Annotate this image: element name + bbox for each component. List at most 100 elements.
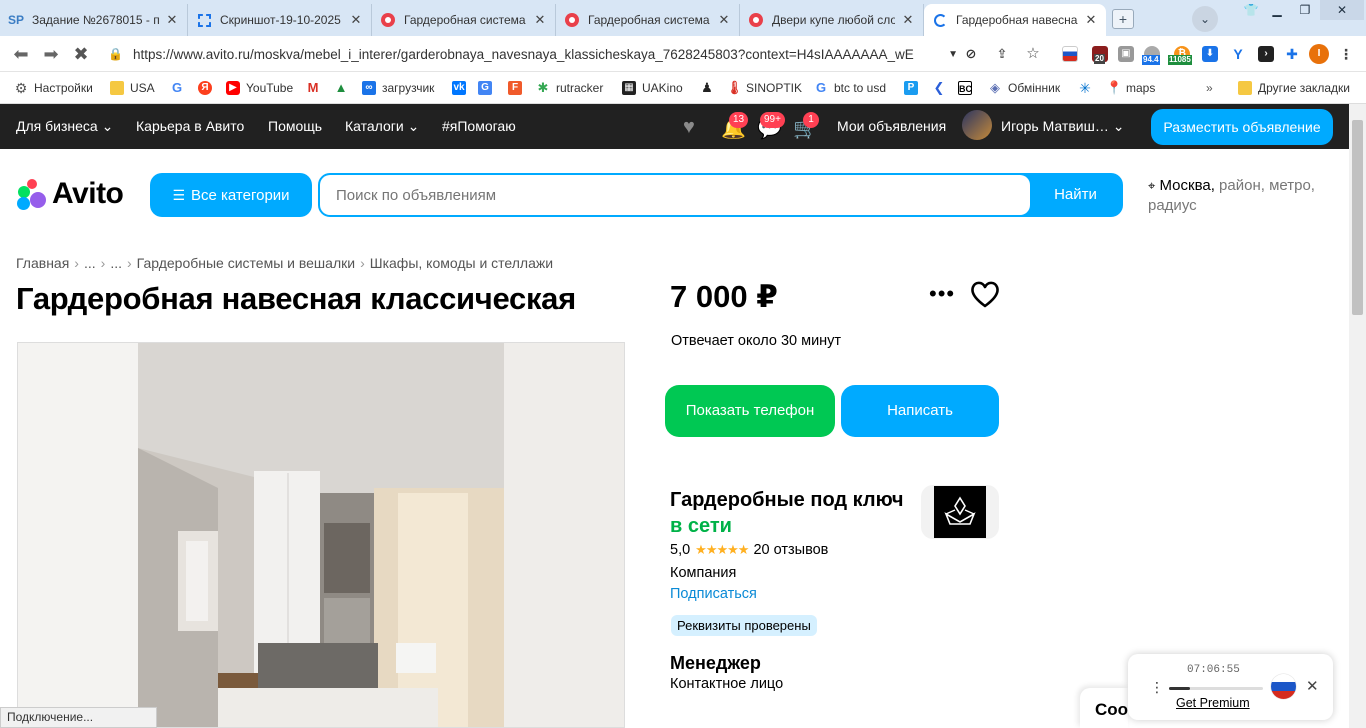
url-text[interactable]: https://www.avito.ru/moskva/mebel_i_inte… [133, 47, 944, 62]
bookmark-item[interactable]: Gbtc to usd [814, 79, 886, 97]
terminal-icon[interactable]: › [1258, 46, 1274, 62]
bookmark-star-icon[interactable]: ☆ [1025, 46, 1041, 62]
seller-rating[interactable]: 5,0 ★★★★★ 20 отзывов [670, 542, 828, 558]
kebab-menu-icon[interactable]: ⋮ [1150, 679, 1164, 696]
get-premium-link[interactable]: Get Premium [1176, 696, 1250, 710]
breadcrumb-item[interactable]: ... [84, 255, 96, 271]
breadcrumb-item[interactable]: ... [110, 255, 122, 271]
breadcrumb-item[interactable]: Главная [16, 255, 69, 271]
new-tab-button[interactable]: + [1112, 9, 1134, 29]
p-bookmark-icon[interactable]: P [904, 79, 924, 97]
write-message-button[interactable]: Написать [841, 385, 999, 437]
translate-bookmark-icon[interactable]: G [478, 79, 498, 97]
bitcoin-icon[interactable]: ₿ 11085 [1168, 46, 1192, 65]
my-ads-link[interactable]: Мои объявления [837, 118, 946, 134]
help-link[interactable]: Помощь [268, 118, 322, 134]
browser-tab-active[interactable]: Гардеробная навесная ✕ [924, 4, 1106, 36]
yandex-bookmark-icon[interactable]: Я [198, 79, 218, 97]
close-tab-icon[interactable]: ✕ [1084, 12, 1098, 28]
bookmark-item[interactable]: ▶ YouTube [226, 79, 293, 97]
post-ad-button[interactable]: Разместить объявление [1151, 109, 1333, 145]
tab-search-icon[interactable]: ⌄ [1192, 6, 1218, 32]
bookmark-item[interactable]: ▦ UAKino [622, 79, 683, 97]
close-window-icon[interactable]: ✕ [1320, 0, 1364, 20]
walmart-bookmark-icon[interactable]: ✳ [1078, 79, 1098, 97]
bookmark-item[interactable]: ◈ Обмінник [988, 79, 1060, 97]
google-bookmark-icon[interactable]: G [170, 79, 190, 97]
career-link[interactable]: Карьера в Авито [136, 118, 244, 134]
for-business-menu[interactable]: Для бизнеса ⌄ [16, 118, 113, 135]
minimize-icon[interactable]: ▁ [1264, 0, 1290, 20]
catalogs-menu[interactable]: Каталоги ⌄ [345, 118, 419, 135]
share-icon[interactable]: ⇪ [994, 46, 1010, 62]
wardrobe-room-photo [18, 343, 624, 727]
seller-name[interactable]: Гардеробные под ключ в сети [670, 487, 910, 539]
more-options-icon[interactable]: ••• [929, 281, 955, 307]
browser-tab[interactable]: Двери купе любой сло ✕ [740, 4, 924, 36]
listing-photo[interactable] [17, 342, 625, 728]
russia-flag-icon[interactable] [1062, 46, 1078, 62]
vk-bookmark-icon[interactable]: vk [452, 79, 472, 97]
bookmark-item[interactable]: ✱ rutracker [536, 79, 604, 97]
close-tab-icon[interactable]: ✕ [717, 12, 731, 28]
close-tab-icon[interactable]: ✕ [349, 12, 363, 28]
bookmark-item[interactable]: USA [110, 79, 155, 97]
cookie-banner[interactable]: Coo [1080, 688, 1128, 728]
close-tab-icon[interactable]: ✕ [165, 12, 179, 28]
bookmark-item[interactable]: ∞ загрузчик [362, 79, 434, 97]
close-tab-icon[interactable]: ✕ [901, 12, 915, 28]
chrome-menu-icon[interactable]: ⋮ [1338, 46, 1354, 62]
browser-tab[interactable]: SP Задание №2678015 - п ✕ [0, 4, 188, 36]
ublock-icon[interactable]: 20 [1092, 46, 1108, 64]
scrollbar[interactable] [1349, 104, 1366, 728]
person-bookmark-icon[interactable]: ♟ [700, 79, 720, 97]
user-menu[interactable]: Игорь Матвиш… ⌄ [1001, 118, 1124, 135]
favorites-heart-icon[interactable]: ♥ [683, 116, 695, 139]
all-categories-button[interactable]: ☰ Все категории [150, 173, 312, 217]
subscribe-link[interactable]: Подписаться [670, 586, 757, 602]
avatar[interactable] [962, 110, 992, 140]
gmail-bookmark-icon[interactable]: M [306, 79, 326, 97]
close-icon[interactable]: ✕ [1306, 677, 1319, 695]
browser-tab[interactable]: Скриншот-19-10-2025 ✕ [188, 4, 372, 36]
browser-tab[interactable]: Гардеробная система к ✕ [556, 4, 740, 36]
bc-bookmark-icon[interactable]: BC [958, 79, 978, 97]
url-bar[interactable]: 🔒 https://www.avito.ru/moskva/mebel_i_in… [100, 41, 958, 67]
briefcase-icon[interactable]: ▣ [1118, 46, 1134, 62]
drive-bookmark-icon[interactable]: ▲ [334, 79, 354, 97]
search-button[interactable]: Найти [1030, 175, 1121, 215]
extensions-puzzle-icon[interactable]: ✚ [1284, 46, 1300, 62]
forward-arrow-icon[interactable]: ➡ [40, 43, 62, 65]
shirt-icon[interactable]: 👕 [1240, 0, 1262, 20]
bookmark-item[interactable]: 🌡 SINOPTIK [726, 79, 802, 97]
close-tab-icon[interactable]: ✕ [533, 12, 547, 28]
arrow-bookmark-icon[interactable]: ❮ [932, 79, 952, 97]
show-phone-button[interactable]: Показать телефон [665, 385, 835, 437]
bookmark-item[interactable]: Другие закладки [1238, 79, 1350, 97]
back-arrow-icon[interactable]: ⬅ [10, 43, 32, 65]
avito-logo[interactable]: Avito [16, 176, 124, 212]
search-input[interactable] [320, 175, 1030, 215]
bookmarks-overflow-icon[interactable]: » [1206, 79, 1213, 97]
download-icon[interactable]: ⬇ [1202, 46, 1218, 62]
extension-circle-icon[interactable]: 94.4 [1142, 46, 1160, 65]
profile-avatar-icon[interactable]: I [1309, 44, 1329, 64]
bookmark-item[interactable]: ⚙ Настройки [14, 79, 93, 97]
stop-loading-icon[interactable]: ✖ [70, 43, 92, 65]
vpn-icon[interactable]: Y [1230, 46, 1246, 62]
bookmark-item[interactable]: 📍 maps [1106, 79, 1155, 97]
maximize-icon[interactable]: ❐ [1292, 0, 1318, 20]
breadcrumb-item[interactable]: Гардеробные системы и вешалки [137, 255, 355, 271]
blocked-icon[interactable]: ⊘ [963, 46, 979, 62]
scrollbar-thumb[interactable] [1352, 120, 1363, 315]
player-progress[interactable] [1169, 687, 1263, 690]
seller-logo[interactable] [921, 485, 999, 539]
ya-help-link[interactable]: #яПомогаю [442, 118, 516, 134]
russia-flag-icon[interactable] [1271, 674, 1296, 699]
location-selector[interactable]: ⌖ Москва, район, метро, радиус [1148, 176, 1348, 216]
favorite-heart-icon[interactable] [969, 279, 1001, 309]
flipboard-bookmark-icon[interactable]: F [508, 79, 528, 97]
breadcrumb-item[interactable]: Шкафы, комоды и стеллажи [370, 255, 553, 271]
url-dropdown-icon[interactable]: ▼ [948, 49, 958, 60]
browser-tab[interactable]: Гардеробная система ✕ [372, 4, 556, 36]
